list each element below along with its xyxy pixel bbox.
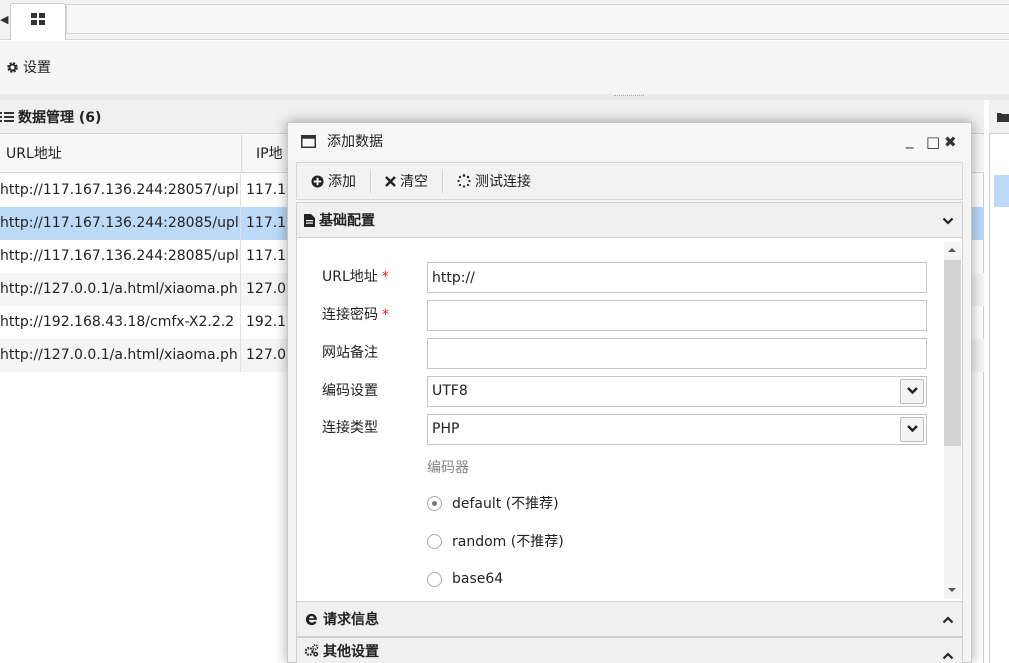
encoding-label: 编码设置 [322, 383, 378, 399]
splitter-grip[interactable] [614, 95, 644, 97]
tab-strip [66, 4, 1009, 34]
section-basic-config-title: 基础配置 [319, 213, 375, 229]
maximize-icon[interactable]: □ [926, 133, 940, 151]
cell-url: http://117.167.136.244:28085/upl [0, 240, 241, 273]
radio-button[interactable] [427, 571, 442, 587]
clear-button-label: 清空 [400, 174, 428, 190]
column-divider[interactable] [241, 135, 242, 173]
folder-icon [997, 113, 1009, 122]
chevron-up-icon [942, 616, 954, 624]
encoding-select[interactable]: UTF8 [427, 376, 927, 407]
column-header-ip[interactable]: IP地 [256, 135, 283, 173]
required-mark: * [382, 307, 389, 323]
scroll-down-icon[interactable] [947, 587, 957, 593]
url-label: URL地址 * [322, 269, 389, 285]
cell-url: http://192.168.43.18/cmfx-X2.2.2 [0, 306, 241, 339]
times-icon [385, 175, 396, 187]
section-basic-config[interactable]: 基础配置 [296, 202, 963, 238]
cell-url: http://127.0.0.1/a.html/xiaoma.ph [0, 273, 241, 306]
radio-button[interactable] [427, 533, 442, 549]
cell-url: http://117.167.136.244:28057/upl [0, 174, 241, 207]
chevron-up-icon [942, 652, 954, 660]
dialog-toolbar: 添加 清空 测试连接 [296, 162, 963, 200]
dialog-titlebar[interactable]: 添加数据 [288, 123, 971, 159]
gear-icon [7, 61, 18, 73]
chevron-down-icon [942, 217, 954, 225]
clear-button[interactable]: 清空 [371, 169, 442, 193]
radio-label: random (不推荐) [452, 534, 564, 550]
password-label: 连接密码 * [322, 307, 389, 323]
settings-label: 设置 [23, 60, 51, 76]
type-value: PHP [432, 421, 460, 437]
cell-url: http://127.0.0.1/a.html/xiaoma.ph [0, 339, 241, 372]
encoding-value: UTF8 [432, 383, 468, 399]
list-icon [0, 111, 14, 122]
chevron-down-icon [906, 387, 918, 395]
section-request-info-title: 请求信息 [323, 612, 379, 628]
add-button[interactable]: 添加 [297, 169, 370, 193]
scrollbar-thumb[interactable] [944, 260, 961, 446]
encoder-heading: 编码器 [427, 460, 469, 476]
chevron-down-icon [906, 425, 918, 433]
tab-home[interactable] [10, 3, 66, 40]
type-label: 连接类型 [322, 420, 378, 436]
edge-icon [305, 613, 317, 625]
right-panel-header [989, 100, 1009, 134]
url-input[interactable] [427, 262, 927, 293]
note-input[interactable] [427, 338, 927, 369]
section-other-settings-title: 其他设置 [323, 643, 379, 660]
dropdown-toggle[interactable] [900, 417, 924, 442]
plus-circle-icon [311, 174, 324, 188]
column-header-url[interactable]: URL地址 [6, 135, 62, 173]
password-input[interactable] [427, 300, 927, 331]
add-button-label: 添加 [328, 174, 356, 190]
test-connection-label: 测试连接 [475, 174, 531, 190]
encoder-option-default[interactable]: default (不推荐) [427, 491, 559, 515]
encoder-option-random[interactable]: random (不推荐) [427, 529, 564, 553]
note-label: 网站备注 [322, 345, 378, 361]
encoder-option-base64[interactable]: base64 [427, 567, 503, 591]
close-icon[interactable]: ✖ [944, 133, 957, 151]
section-other-settings[interactable]: 其他设置 [296, 637, 963, 663]
cell-url: http://117.167.136.244:28085/upl [0, 207, 241, 240]
dialog-title: 添加数据 [327, 134, 383, 150]
test-connection-button[interactable]: 测试连接 [443, 169, 545, 193]
data-panel-title: 数据管理 (6) [18, 109, 102, 126]
main-toolbar [0, 41, 1009, 94]
radio-label: base64 [452, 571, 504, 587]
right-panel-selected-row[interactable] [994, 175, 1009, 207]
window-icon [301, 134, 316, 148]
file-text-icon [304, 213, 315, 227]
tab-scroll-left-icon[interactable]: ◀ [0, 12, 8, 28]
radio-button[interactable] [427, 495, 442, 511]
minimize-icon[interactable]: _ [906, 131, 914, 149]
dropdown-toggle[interactable] [900, 379, 924, 404]
cogs-icon [304, 644, 319, 657]
grid-icon [31, 13, 45, 25]
required-mark: * [381, 269, 389, 285]
scroll-up-icon[interactable] [947, 247, 957, 253]
radio-label: default (不推荐) [452, 496, 559, 512]
section-request-info[interactable]: 请求信息 [296, 601, 963, 637]
type-select[interactable]: PHP [427, 414, 927, 445]
settings-button[interactable]: 设置 [6, 56, 51, 78]
spinner-icon [457, 174, 471, 188]
